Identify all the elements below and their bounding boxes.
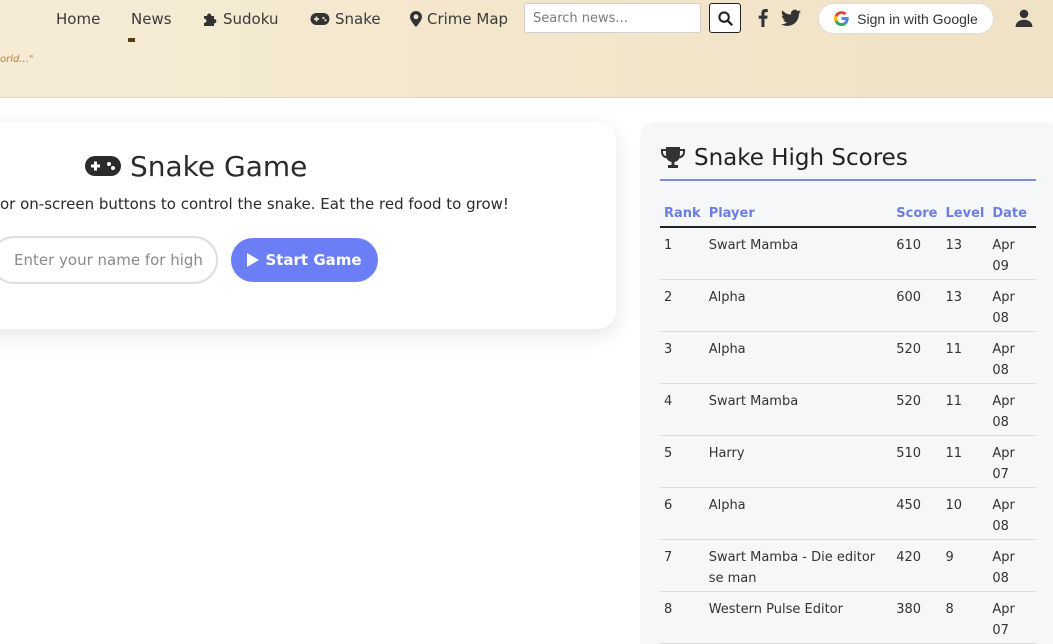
cell-level: 11 (941, 331, 989, 384)
cell-date: Apr 08 (988, 383, 1036, 436)
cell-rank: 6 (660, 487, 705, 540)
nav-news[interactable]: News (131, 8, 172, 30)
google-icon (834, 11, 849, 26)
column-header-rank[interactable]: Rank (660, 200, 705, 228)
cell-rank: 2 (660, 279, 705, 332)
game-instructions: or on-screen buttons to control the snak… (0, 195, 509, 213)
search-input[interactable] (524, 3, 701, 33)
nav-crime-map-label: Crime Map (427, 10, 509, 28)
cell-level: 13 (941, 279, 989, 332)
column-header-date[interactable]: Date (988, 200, 1036, 228)
cell-player: Swart Mamba (704, 227, 893, 280)
cell-level: 9 (941, 539, 989, 592)
cell-level: 11 (941, 383, 989, 436)
twitter-link[interactable] (781, 8, 801, 28)
nav-home-label: Home (56, 10, 101, 28)
high-scores-title-text: Snake High Scores (694, 145, 908, 171)
cell-player: Western Pulse Editor (704, 591, 893, 644)
gamepad-icon (310, 13, 330, 25)
cell-player: Alpha (704, 487, 893, 540)
player-name-input[interactable] (0, 236, 218, 284)
start-game-button[interactable]: Start Game (231, 238, 378, 282)
table-header-row: Rank Player Score Level Date (660, 200, 1036, 228)
cell-level: 8 (941, 591, 989, 644)
user-menu[interactable] (1014, 8, 1034, 28)
search-icon (717, 10, 733, 26)
cell-level: 11 (941, 435, 989, 488)
play-icon (247, 253, 260, 267)
table-row: 2 Alpha 600 13 Apr 08 (660, 279, 1036, 332)
nav-news-label: News (131, 10, 172, 28)
cell-player: Alpha (704, 331, 893, 384)
column-header-score[interactable]: Score (892, 200, 942, 228)
cell-player: Swart Mamba - Die editor se man (704, 539, 893, 592)
table-row: 4 Swart Mamba 520 11 Apr 08 (660, 383, 1036, 436)
cell-score: 600 (892, 279, 942, 332)
cell-date: Apr 08 (988, 487, 1036, 540)
high-scores-divider (660, 179, 1036, 181)
table-row: 3 Alpha 520 11 Apr 08 (660, 331, 1036, 384)
column-header-level[interactable]: Level (941, 200, 989, 228)
cell-date: Apr 07 (988, 591, 1036, 644)
cell-score: 420 (892, 539, 942, 592)
puzzle-piece-icon (204, 13, 217, 26)
google-signin-button[interactable]: Sign in with Google (818, 3, 994, 34)
cell-rank: 3 (660, 331, 705, 384)
google-signin-label: Sign in with Google (857, 10, 978, 27)
cell-score: 520 (892, 383, 942, 436)
search-button[interactable] (709, 3, 741, 33)
table-row: 8 Western Pulse Editor 380 8 Apr 07 (660, 591, 1036, 644)
nav-sudoku[interactable]: Sudoku (202, 8, 278, 30)
gamepad-icon (85, 156, 121, 176)
cell-score: 610 (892, 227, 942, 280)
nav-snake[interactable]: Snake (310, 8, 381, 30)
twitter-icon (781, 9, 801, 26)
column-header-player[interactable]: Player (704, 200, 893, 228)
cell-level: 13 (941, 227, 989, 280)
table-row: 6 Alpha 450 10 Apr 08 (660, 487, 1036, 540)
table-row: 1 Swart Mamba 610 13 Apr 09 (660, 227, 1036, 280)
user-icon (1015, 9, 1033, 27)
game-title: Snake Game (84, 148, 307, 184)
nav-home[interactable]: Home (56, 8, 100, 30)
cell-level: 10 (941, 487, 989, 540)
cell-player: Alpha (704, 279, 893, 332)
cell-date: Apr 08 (988, 279, 1036, 332)
cell-score: 450 (892, 487, 942, 540)
cell-rank: 5 (660, 435, 705, 488)
cell-rank: 7 (660, 539, 705, 592)
nav-sudoku-label: Sudoku (223, 10, 279, 28)
cell-score: 380 (892, 591, 942, 644)
cell-date: Apr 08 (988, 539, 1036, 592)
cell-score: 510 (892, 435, 942, 488)
site-tagline: orld..." (0, 54, 34, 65)
trophy-icon (661, 147, 685, 168)
table-row: 5 Harry 510 11 Apr 07 (660, 435, 1036, 488)
cell-rank: 1 (660, 227, 705, 280)
cell-date: Apr 09 (988, 227, 1036, 280)
facebook-link[interactable] (753, 8, 773, 28)
table-row: 7 Swart Mamba - Die editor se man 420 9 … (660, 539, 1036, 592)
nav-snake-label: Snake (335, 10, 381, 28)
high-scores-table: Rank Player Score Level Date 1 Swart Mam… (660, 200, 1036, 644)
cell-rank: 4 (660, 383, 705, 436)
cell-rank: 8 (660, 591, 705, 644)
cell-date: Apr 08 (988, 331, 1036, 384)
game-title-text: Snake Game (130, 149, 308, 183)
nav-crime-map[interactable]: Crime Map (410, 8, 508, 30)
cell-date: Apr 07 (988, 435, 1036, 488)
site-header: Home News Sudoku Snake Crime Map orld...… (0, 0, 1053, 98)
cell-player: Harry (704, 435, 893, 488)
start-game-label: Start Game (265, 251, 362, 269)
cell-player: Swart Mamba (704, 383, 893, 436)
high-scores-title: Snake High Scores (660, 143, 908, 173)
nav-active-marker (128, 38, 135, 42)
cell-score: 520 (892, 331, 942, 384)
facebook-icon (758, 9, 768, 27)
map-marker-icon (410, 11, 422, 27)
